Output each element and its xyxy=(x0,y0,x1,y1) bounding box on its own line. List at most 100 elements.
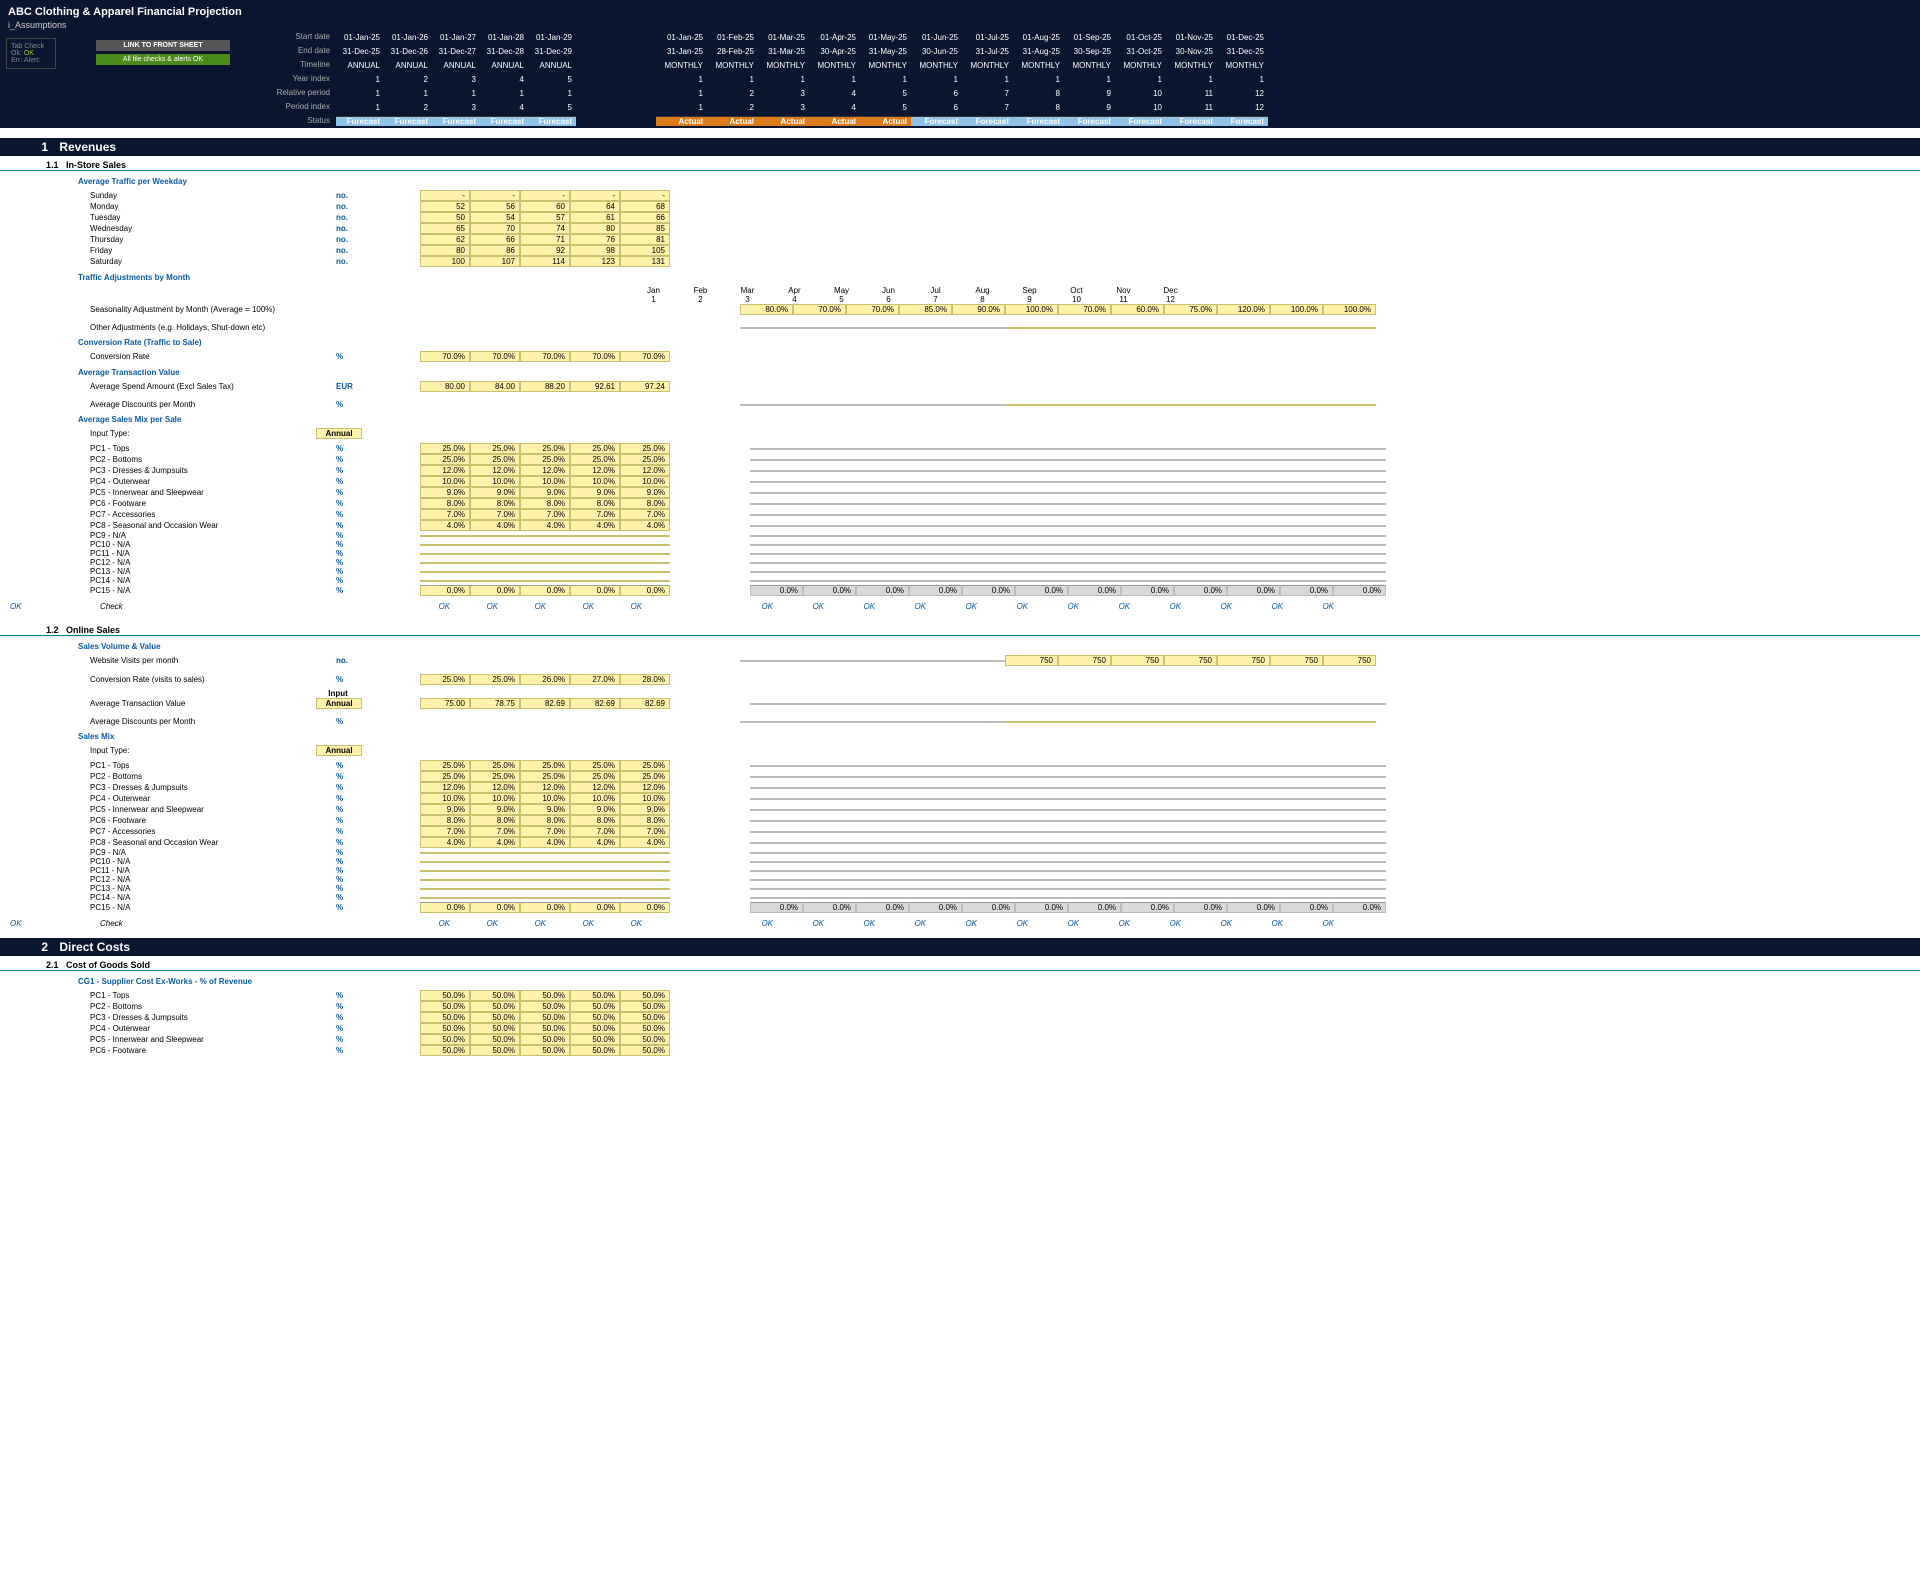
monthly-cell[interactable]: 0.0% xyxy=(1174,585,1227,596)
monthly-cell[interactable] xyxy=(1068,580,1121,582)
annual-cell[interactable]: 114 xyxy=(520,256,570,267)
annual-cell[interactable]: 25.0% xyxy=(470,443,520,454)
monthly-cell[interactable] xyxy=(962,852,1015,854)
annual-cell[interactable]: 10.0% xyxy=(470,793,520,804)
monthly-cell[interactable] xyxy=(909,765,962,767)
monthly-cell[interactable] xyxy=(1121,470,1174,472)
annual-cell[interactable]: 25.0% xyxy=(420,454,470,465)
annual-cell[interactable]: 92 xyxy=(520,245,570,256)
monthly-cell[interactable] xyxy=(1174,798,1227,800)
monthly-cell[interactable] xyxy=(952,404,1005,406)
monthly-cell[interactable] xyxy=(1333,470,1386,472)
annual-cell[interactable]: 50.0% xyxy=(470,1012,520,1023)
monthly-cell[interactable] xyxy=(803,580,856,582)
monthly-cell[interactable] xyxy=(1015,798,1068,800)
annual-cell[interactable]: 25.0% xyxy=(620,454,670,465)
monthly-cell[interactable] xyxy=(1015,503,1068,505)
monthly-cell[interactable]: 0.0% xyxy=(856,902,909,913)
annual-cell[interactable]: 4.0% xyxy=(570,837,620,848)
monthly-cell[interactable] xyxy=(803,776,856,778)
annual-cell[interactable] xyxy=(420,897,470,899)
monthly-cell[interactable] xyxy=(750,535,803,537)
annual-cell[interactable]: 50.0% xyxy=(570,990,620,1001)
annual-cell[interactable]: 25.0% xyxy=(570,760,620,771)
monthly-cell[interactable]: 0.0% xyxy=(803,902,856,913)
annual-cell[interactable]: 80 xyxy=(420,245,470,256)
monthly-cell[interactable] xyxy=(909,798,962,800)
monthly-cell[interactable] xyxy=(750,831,803,833)
monthly-cell[interactable] xyxy=(962,798,1015,800)
monthly-cell[interactable] xyxy=(1068,842,1121,844)
monthly-cell[interactable] xyxy=(1005,327,1058,329)
annual-cell[interactable] xyxy=(520,562,570,564)
annual-cell[interactable]: 7.0% xyxy=(420,509,470,520)
monthly-cell[interactable] xyxy=(1227,481,1280,483)
monthly-cell[interactable] xyxy=(1227,888,1280,890)
monthly-cell[interactable] xyxy=(750,525,803,527)
monthly-cell[interactable] xyxy=(856,544,909,546)
monthly-cell[interactable] xyxy=(856,831,909,833)
monthly-cell[interactable] xyxy=(803,831,856,833)
annual-cell[interactable] xyxy=(520,544,570,546)
annual-cell[interactable]: 4.0% xyxy=(420,520,470,531)
monthly-cell[interactable] xyxy=(1174,553,1227,555)
monthly-cell[interactable] xyxy=(1174,535,1227,537)
annual-cell[interactable]: 50.0% xyxy=(520,1045,570,1056)
monthly-cell[interactable] xyxy=(1121,553,1174,555)
monthly-cell[interactable] xyxy=(962,492,1015,494)
annual-cell[interactable]: 12.0% xyxy=(520,782,570,793)
monthly-cell[interactable] xyxy=(1068,448,1121,450)
annual-cell[interactable]: 50.0% xyxy=(420,1034,470,1045)
monthly-cell[interactable] xyxy=(1333,703,1386,705)
monthly-cell[interactable] xyxy=(909,448,962,450)
monthly-cell[interactable] xyxy=(1015,580,1068,582)
annual-cell[interactable]: 0.0% xyxy=(620,585,670,596)
monthly-cell[interactable] xyxy=(793,721,846,723)
monthly-cell[interactable] xyxy=(856,879,909,881)
monthly-cell[interactable] xyxy=(1015,776,1068,778)
monthly-cell[interactable] xyxy=(1333,798,1386,800)
annual-cell[interactable]: 25.0% xyxy=(570,443,620,454)
monthly-cell[interactable] xyxy=(1174,503,1227,505)
monthly-cell[interactable] xyxy=(962,888,1015,890)
monthly-cell[interactable] xyxy=(1227,562,1280,564)
monthly-cell[interactable] xyxy=(846,327,899,329)
annual-cell[interactable]: 25.0% xyxy=(520,771,570,782)
monthly-cell[interactable] xyxy=(1015,525,1068,527)
annual-cell[interactable]: 70 xyxy=(470,223,520,234)
annual-cell[interactable]: 10.0% xyxy=(420,793,470,804)
monthly-cell[interactable] xyxy=(856,470,909,472)
monthly-cell[interactable] xyxy=(750,481,803,483)
annual-cell[interactable]: 50.0% xyxy=(620,1023,670,1034)
monthly-cell[interactable] xyxy=(1121,842,1174,844)
monthly-cell[interactable] xyxy=(803,787,856,789)
annual-cell[interactable] xyxy=(470,535,520,537)
monthly-cell[interactable] xyxy=(909,870,962,872)
annual-cell[interactable]: 131 xyxy=(620,256,670,267)
annual-cell[interactable]: 50.0% xyxy=(470,1023,520,1034)
annual-cell[interactable] xyxy=(520,888,570,890)
monthly-cell[interactable] xyxy=(1121,798,1174,800)
annual-cell[interactable]: 25.0% xyxy=(420,443,470,454)
annual-cell[interactable]: 8.0% xyxy=(620,498,670,509)
monthly-cell[interactable] xyxy=(1280,525,1333,527)
annual-cell[interactable]: 9.0% xyxy=(470,804,520,815)
monthly-cell[interactable] xyxy=(909,459,962,461)
monthly-cell[interactable]: 0.0% xyxy=(1121,585,1174,596)
annual-cell[interactable] xyxy=(570,870,620,872)
annual-cell[interactable]: 25.0% xyxy=(620,771,670,782)
monthly-cell[interactable] xyxy=(1058,721,1111,723)
monthly-cell[interactable]: 0.0% xyxy=(909,902,962,913)
annual-cell[interactable]: 4.0% xyxy=(570,520,620,531)
monthly-cell[interactable] xyxy=(750,553,803,555)
annual-cell[interactable]: 7.0% xyxy=(620,509,670,520)
monthly-cell[interactable] xyxy=(962,703,1015,705)
monthly-cell[interactable]: 80.0% xyxy=(740,304,793,315)
monthly-cell[interactable] xyxy=(1227,514,1280,516)
annual-cell[interactable] xyxy=(520,879,570,881)
monthly-cell[interactable] xyxy=(1280,459,1333,461)
monthly-cell[interactable] xyxy=(1068,879,1121,881)
monthly-cell[interactable]: 0.0% xyxy=(1333,902,1386,913)
monthly-cell[interactable] xyxy=(803,571,856,573)
monthly-cell[interactable] xyxy=(1015,481,1068,483)
